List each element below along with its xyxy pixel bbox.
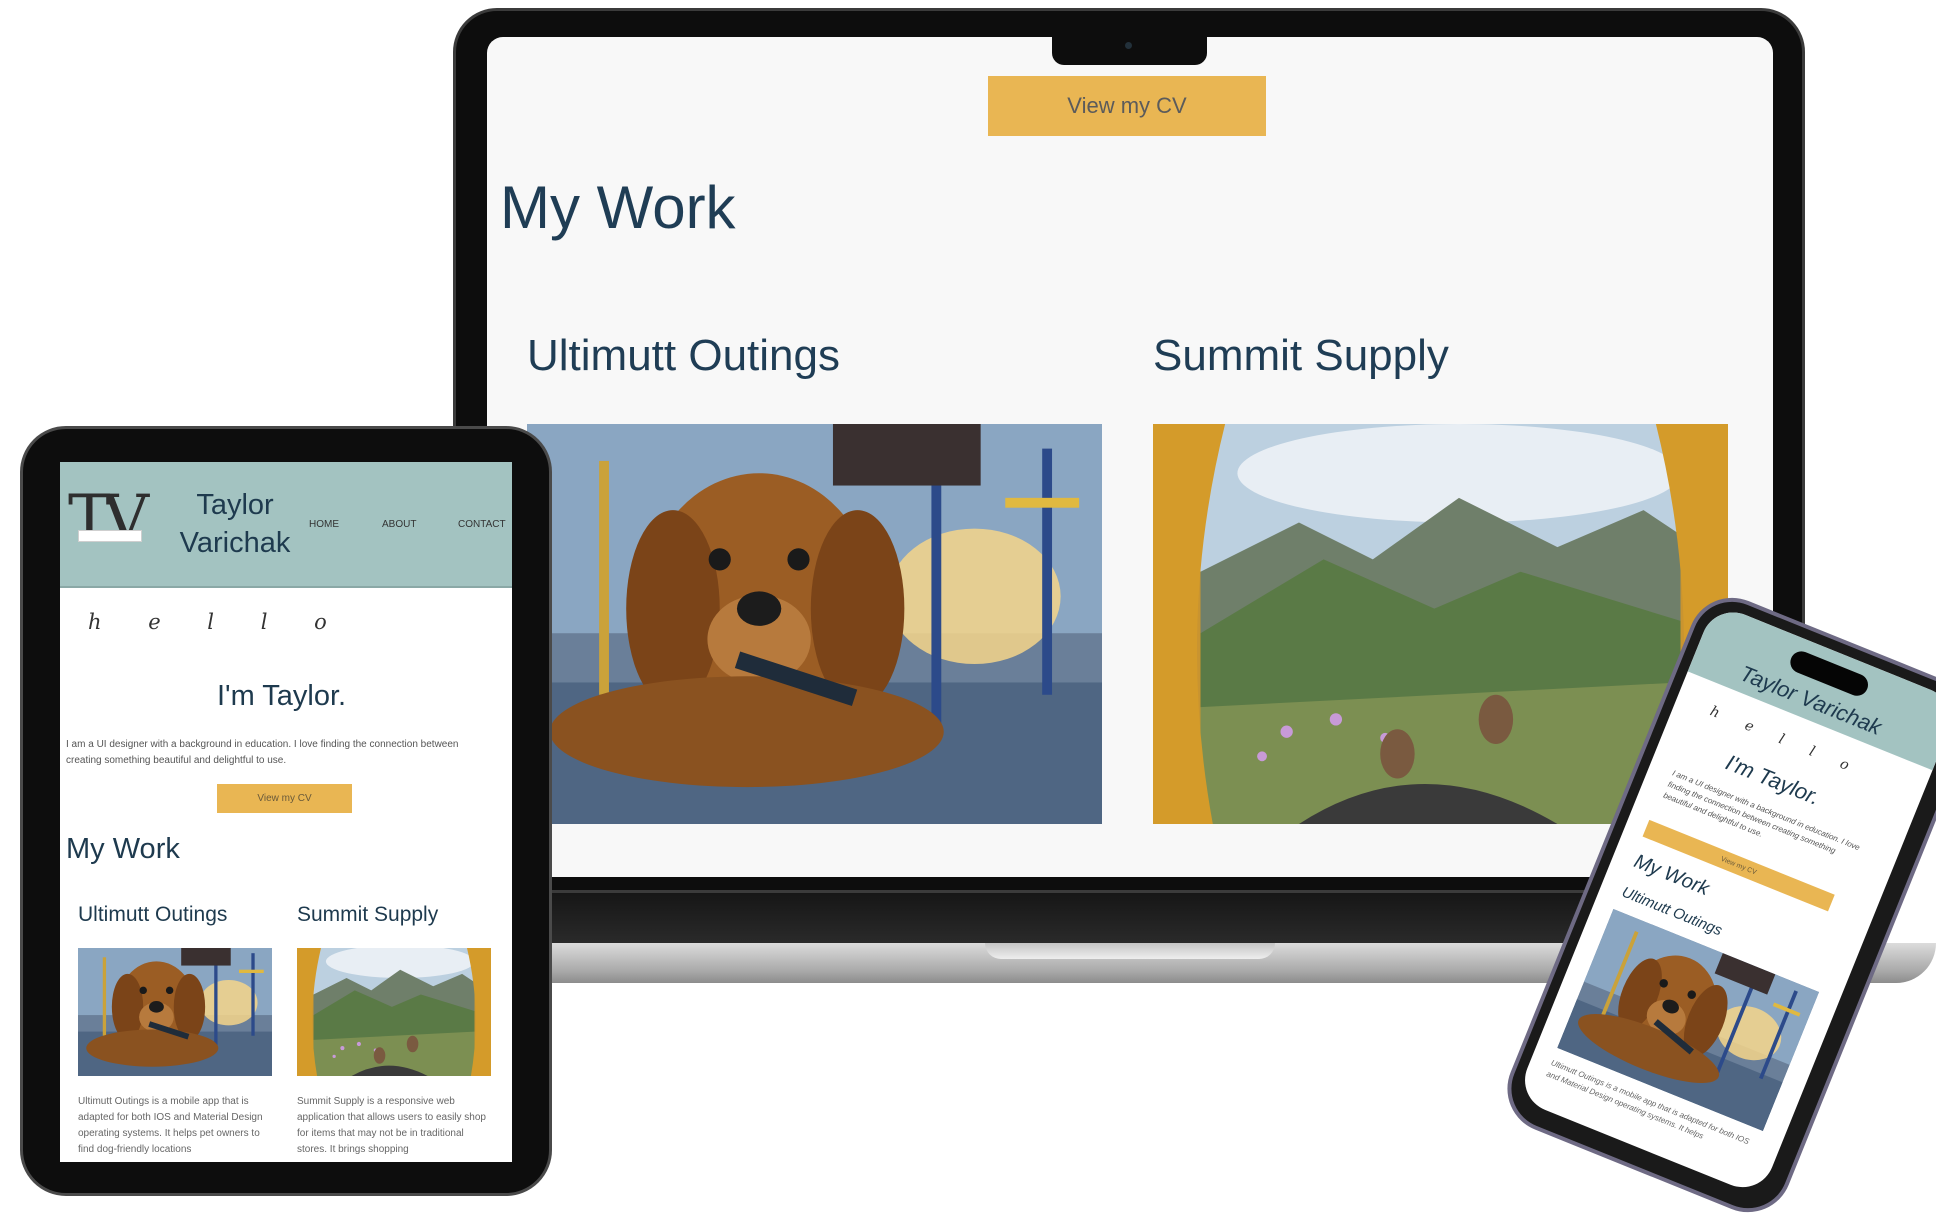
nav-about[interactable]: ABOUT <box>382 519 416 530</box>
project-title-ultimutt[interactable]: Ultimutt Outings <box>527 334 840 378</box>
intro-heading: I'm Taylor. <box>217 680 347 712</box>
site-name: Taylor Varichak <box>170 486 300 562</box>
view-cv-button[interactable]: View my CV <box>988 76 1266 136</box>
view-cv-button-tablet[interactable]: View my CV <box>217 784 352 813</box>
project-title-summit-tablet[interactable]: Summit Supply <box>297 903 438 927</box>
summit-description: Summit Supply is a responsive web applic… <box>297 1096 486 1155</box>
my-work-heading-tablet: My Work <box>66 833 180 865</box>
intro-paragraph: I am a UI designer with a background in … <box>66 739 459 766</box>
site-name-first: Taylor <box>196 489 274 521</box>
ultimutt-description: Ultimutt Outings is a mobile app that is… <box>78 1096 263 1155</box>
ultimutt-project-image-tablet[interactable] <box>78 948 272 1076</box>
camera-icon <box>1125 42 1132 49</box>
laptop-lid-groove <box>985 943 1275 959</box>
logo-banner <box>78 530 142 542</box>
my-work-heading: My Work <box>500 174 736 241</box>
summit-project-image-tablet[interactable] <box>297 948 491 1076</box>
project-title-summit[interactable]: Summit Supply <box>1153 334 1449 378</box>
site-name-last: Varichak <box>179 527 291 559</box>
ultimutt-project-image[interactable] <box>527 424 1102 824</box>
project-title-ultimutt-tablet[interactable]: Ultimutt Outings <box>78 903 227 927</box>
nav-contact[interactable]: CONTACT <box>458 519 506 530</box>
nav-home[interactable]: HOME <box>309 519 339 530</box>
hello-text: h e l l o <box>88 610 347 634</box>
